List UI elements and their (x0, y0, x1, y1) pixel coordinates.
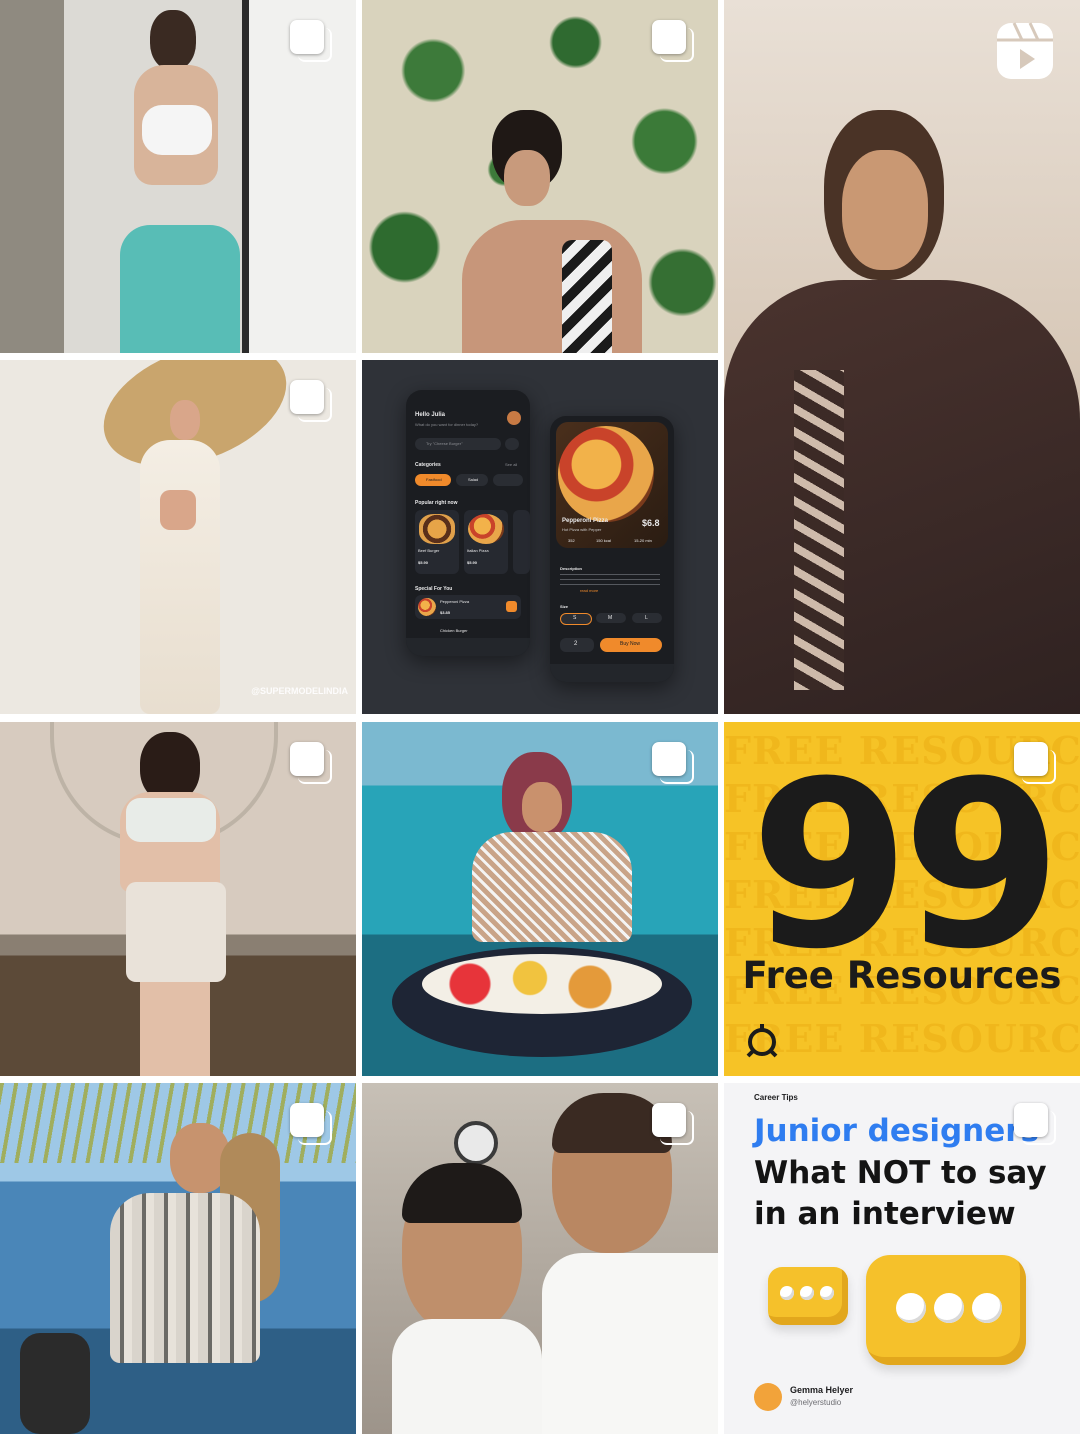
carousel-icon (652, 1103, 696, 1147)
post-photo-figure (120, 10, 240, 353)
bubble-dot (780, 1286, 794, 1300)
app-mockup-home: Hello Julia What do you want for dinner … (406, 390, 530, 656)
post-tile-8[interactable] (362, 722, 718, 1076)
category-chip-label: Fastfood (426, 477, 442, 482)
filter-button (505, 438, 519, 450)
career-title-black: What NOT to say in an interview (754, 1155, 1047, 1232)
post-tile-12[interactable]: Career Tips Junior designers What NOT to… (724, 1083, 1080, 1434)
post-tile-11[interactable] (362, 1083, 718, 1434)
carousel-icon (290, 380, 334, 424)
carousel-icon (1014, 1103, 1058, 1147)
food-price: $5.90 (418, 560, 429, 565)
app-mockup-detail: Pepperoni Pizza Hot Pizza with Pepper $6… (550, 416, 674, 682)
food-image (468, 514, 504, 544)
post-photo-figure (100, 732, 250, 1076)
category-chip (493, 474, 523, 486)
bubble-dot (972, 1293, 1002, 1323)
carousel-icon (290, 742, 334, 786)
buy-now-label: Buy Now (620, 641, 641, 647)
bubble-dot (896, 1293, 926, 1323)
greeting-text: Hello Julia (415, 412, 446, 418)
post-photo-figure (20, 1103, 320, 1434)
brand-logo-icon (746, 1024, 778, 1058)
post-tile-4[interactable]: @SUPERMODELINDIA (0, 360, 356, 714)
avatar (507, 411, 521, 425)
post-tile-5[interactable]: Hello Julia What do you want for dinner … (362, 360, 718, 714)
category-chip-label: Salad (468, 477, 479, 482)
post-tile-1[interactable] (0, 0, 356, 353)
author-name: Gemma Helyer (790, 1385, 854, 1395)
reels-icon (997, 22, 1053, 79)
next-item-name: Chicken Burger (440, 628, 468, 633)
post-tile-7[interactable] (0, 722, 356, 1076)
carousel-icon (290, 20, 334, 64)
pizza-image (558, 426, 654, 522)
post-tile-10[interactable] (0, 1083, 356, 1434)
carousel-icon (290, 1103, 334, 1147)
rating-text: 352 (568, 538, 575, 543)
read-more-link: read more (580, 588, 599, 593)
post-tile-3[interactable] (724, 0, 1080, 714)
detail-price: $6.8 (642, 518, 660, 528)
quantity-value: 2 (574, 641, 578, 647)
resources-label: Free Resources (742, 954, 1062, 997)
special-title: Special For You (415, 586, 453, 592)
carousel-icon (652, 742, 696, 786)
kcal-text: 150 kcal (596, 538, 611, 543)
description-title: Description (560, 566, 583, 571)
add-button (506, 601, 517, 612)
carousel-icon (652, 20, 696, 64)
search-placeholder: Try "Cheese Burger" (426, 441, 463, 446)
tray-food (422, 954, 662, 1014)
size-label: S (573, 615, 577, 621)
special-name: Pepperoni Pizza (440, 599, 470, 604)
bubble-dot (820, 1286, 834, 1300)
popular-title: Popular right now (415, 500, 458, 506)
time-text: 15-20 min (634, 538, 652, 543)
post-photo-figure (60, 360, 304, 714)
size-label: L (645, 615, 648, 621)
categories-title: Categories (415, 462, 441, 468)
profile-posts-grid: @SUPERMODELINDIA Hello Julia What do you… (0, 0, 1080, 1434)
food-image (418, 598, 436, 616)
food-name: Italian Pizza (467, 548, 489, 553)
watermark-text: @SUPERMODELINDIA (251, 686, 348, 696)
special-price: $3.85 (440, 610, 451, 615)
author-handle: @helyerstudio (790, 1398, 842, 1407)
post-photo-figure (462, 110, 662, 353)
post-tile-2[interactable] (362, 0, 718, 353)
career-title-blue: Junior designers (754, 1113, 1039, 1149)
bubble-dot (934, 1293, 964, 1323)
detail-subtitle: Hot Pizza with Pepper (562, 527, 602, 532)
size-label: M (608, 615, 613, 621)
post-tile-9[interactable]: FREE RESOURCES FREE RESOURCES FREE RESOU… (724, 722, 1080, 1076)
career-tag: Career Tips (754, 1093, 798, 1102)
post-photo-figure (724, 110, 1080, 714)
big-number: 99 (749, 733, 1062, 1000)
food-card (513, 510, 530, 574)
bubble-dot (800, 1286, 814, 1300)
bottom-nav (550, 664, 674, 682)
food-name: Beef Burger (418, 548, 440, 553)
bottom-nav (406, 638, 530, 656)
food-price: $5.90 (467, 560, 478, 565)
question-text: What do you want for dinner today? (415, 422, 479, 427)
food-image (419, 514, 455, 544)
author-avatar (754, 1383, 782, 1411)
size-title: Size (560, 604, 569, 609)
carousel-icon (1014, 742, 1058, 786)
detail-name: Pepperoni Pizza (562, 518, 609, 524)
see-all-link: See all (505, 462, 518, 467)
description-text (560, 574, 660, 588)
